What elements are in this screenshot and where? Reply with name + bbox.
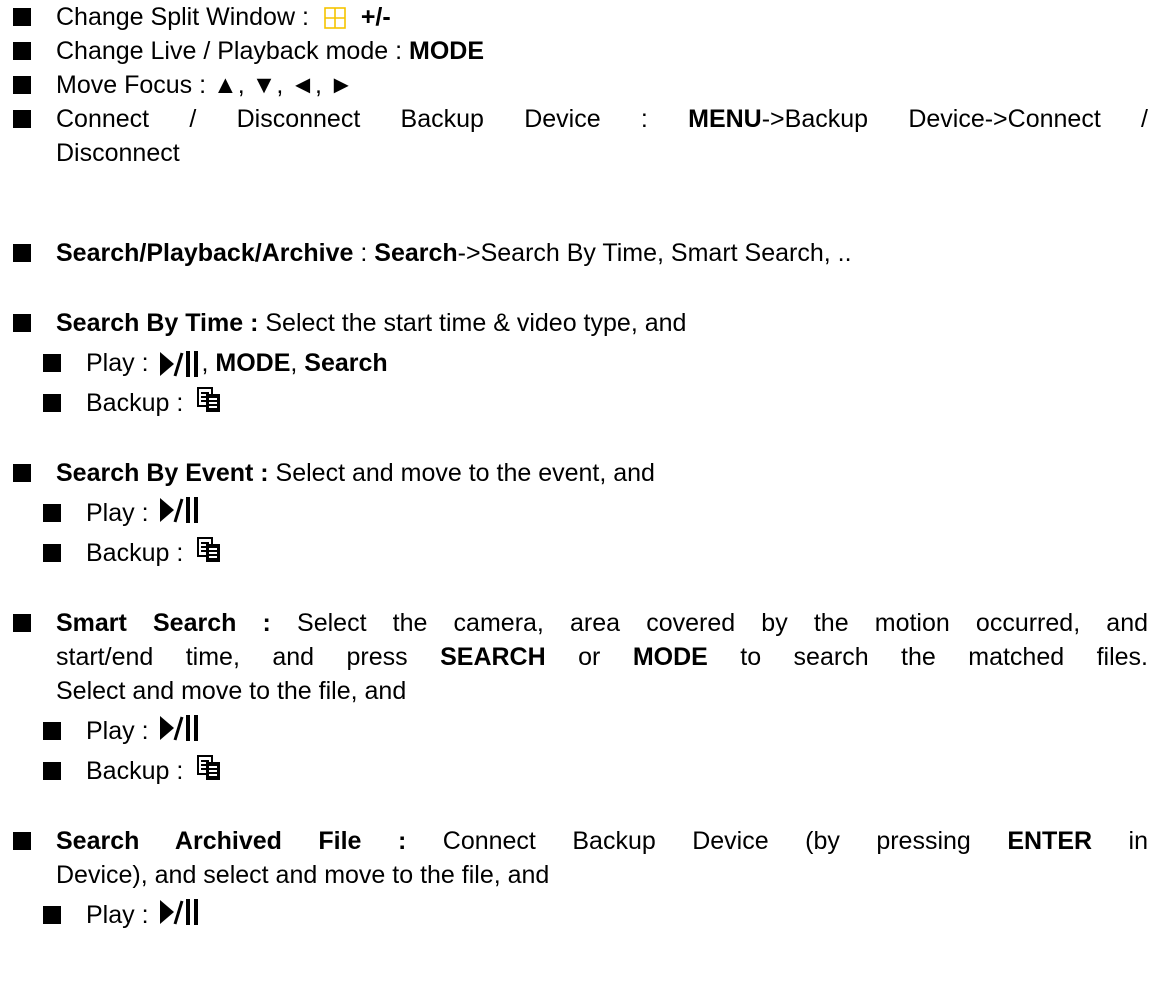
backup-copy-icon <box>197 387 221 413</box>
smart-search-desc-1: Select the camera, area covered by the m… <box>297 609 1148 637</box>
square-bullet-icon <box>43 906 61 924</box>
change-mode-label: Change Live / Playback mode : <box>56 37 403 65</box>
square-bullet-icon <box>13 76 31 94</box>
search-path: ->Search By Time, Smart Search, .. <box>457 239 852 267</box>
square-bullet-icon <box>43 544 61 562</box>
play-label: Play : <box>86 349 149 377</box>
play-pause-icon <box>160 497 199 524</box>
square-bullet-icon <box>13 8 31 26</box>
smart-search-text: start/end time, and press <box>56 643 408 671</box>
search-key: Search <box>374 239 458 267</box>
move-focus-label: Move Focus : ▲, ▼, ◄, ► <box>56 71 354 99</box>
split-window-grid-icon <box>324 7 346 30</box>
square-bullet-icon <box>13 614 31 632</box>
separator: : <box>360 239 368 267</box>
square-bullet-icon <box>43 394 61 412</box>
separator: , <box>290 349 298 377</box>
search-by-event-desc: Select and move to the event, and <box>275 459 655 487</box>
square-bullet-icon <box>13 110 31 128</box>
smart-search-text: to search the matched files. <box>740 643 1148 671</box>
separator: , <box>201 349 209 377</box>
backup-label: Backup : <box>86 389 184 417</box>
backup-device-continued: Disconnect <box>56 139 180 167</box>
search-archived-file-title: Search Archived File : <box>56 827 407 855</box>
play-label: Play : <box>86 717 149 745</box>
backup-device-label: Connect / Disconnect Backup Device : <box>56 105 648 133</box>
enter-key: ENTER <box>1007 827 1093 855</box>
menu-key: MENU <box>688 105 762 133</box>
smart-search-title: Smart Search : <box>56 609 271 637</box>
plus-minus-key: +/- <box>360 3 391 31</box>
smart-search-desc-3: Select and move to the file, and <box>56 677 407 705</box>
mode-key: MODE <box>215 349 291 377</box>
backup-copy-icon <box>197 537 221 563</box>
square-bullet-icon <box>13 42 31 60</box>
archive-desc-2: Device), and select and move to the file… <box>56 861 550 889</box>
play-label: Play : <box>86 499 149 527</box>
smart-search-text: or <box>578 643 601 671</box>
play-pause-icon <box>160 715 199 742</box>
backup-copy-icon <box>197 755 221 781</box>
square-bullet-icon <box>43 722 61 740</box>
archive-desc-text: Connect Backup Device (by pressing <box>442 827 971 855</box>
search-by-time-desc: Select the start time & video type, and <box>265 309 687 337</box>
mode-key: MODE <box>409 37 484 65</box>
search-by-event-title: Search By Event : <box>56 459 269 487</box>
square-bullet-icon <box>13 464 31 482</box>
backup-device-path: ->Backup Device->Connect / <box>761 105 1148 133</box>
mode-key: MODE <box>632 643 708 671</box>
search-playback-archive-title: Search/Playback/Archive <box>56 239 354 267</box>
square-bullet-icon <box>43 762 61 780</box>
play-label: Play : <box>86 901 149 929</box>
backup-label: Backup : <box>86 539 184 567</box>
square-bullet-icon <box>13 314 31 332</box>
backup-label: Backup : <box>86 757 184 785</box>
play-pause-icon <box>160 351 199 378</box>
square-bullet-icon <box>13 832 31 850</box>
play-pause-icon <box>160 899 199 926</box>
search-key: SEARCH <box>440 643 546 671</box>
archive-desc-text: in <box>1128 827 1148 855</box>
square-bullet-icon <box>43 504 61 522</box>
search-key: Search <box>304 349 388 377</box>
square-bullet-icon <box>43 354 61 372</box>
split-window-label: Change Split Window : <box>56 3 309 31</box>
square-bullet-icon <box>13 244 31 262</box>
search-by-time-title: Search By Time : <box>56 309 259 337</box>
